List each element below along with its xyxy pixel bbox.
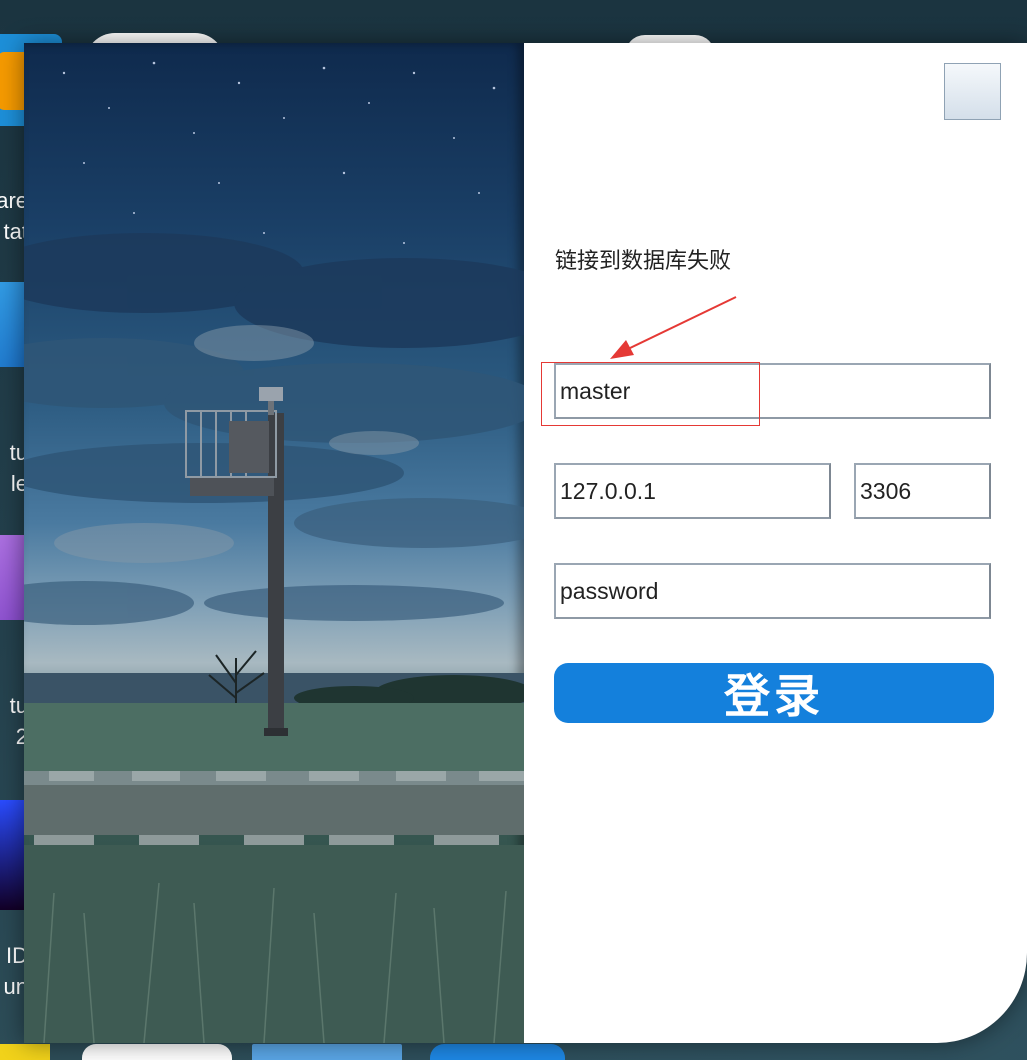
port-value: 3306: [860, 477, 912, 504]
login-button[interactable]: 登录: [554, 663, 994, 723]
password-value: password: [560, 577, 659, 604]
password-input[interactable]: password: [554, 563, 991, 619]
host-value: 127.0.0.1: [560, 477, 656, 504]
taskbar-item[interactable]: [430, 1044, 565, 1060]
host-input[interactable]: 127.0.0.1: [554, 463, 831, 519]
port-input[interactable]: 3306: [854, 463, 991, 519]
error-message: 链接到数据库失败: [555, 249, 732, 274]
landscape-illustration: [24, 61, 524, 1043]
username-input[interactable]: master: [554, 363, 991, 419]
taskbar-item[interactable]: [0, 1044, 50, 1060]
close-button[interactable]: [944, 63, 1001, 120]
taskbar-item[interactable]: [252, 1044, 402, 1060]
night-landscape-image: [24, 43, 524, 1043]
login-dialog: 链接到数据库失败 master 127.0.0.1 3306 password …: [24, 43, 1027, 1043]
username-value: master: [560, 377, 631, 404]
taskbar-item[interactable]: [82, 1044, 232, 1060]
annotation-arrow-icon: [610, 296, 737, 359]
